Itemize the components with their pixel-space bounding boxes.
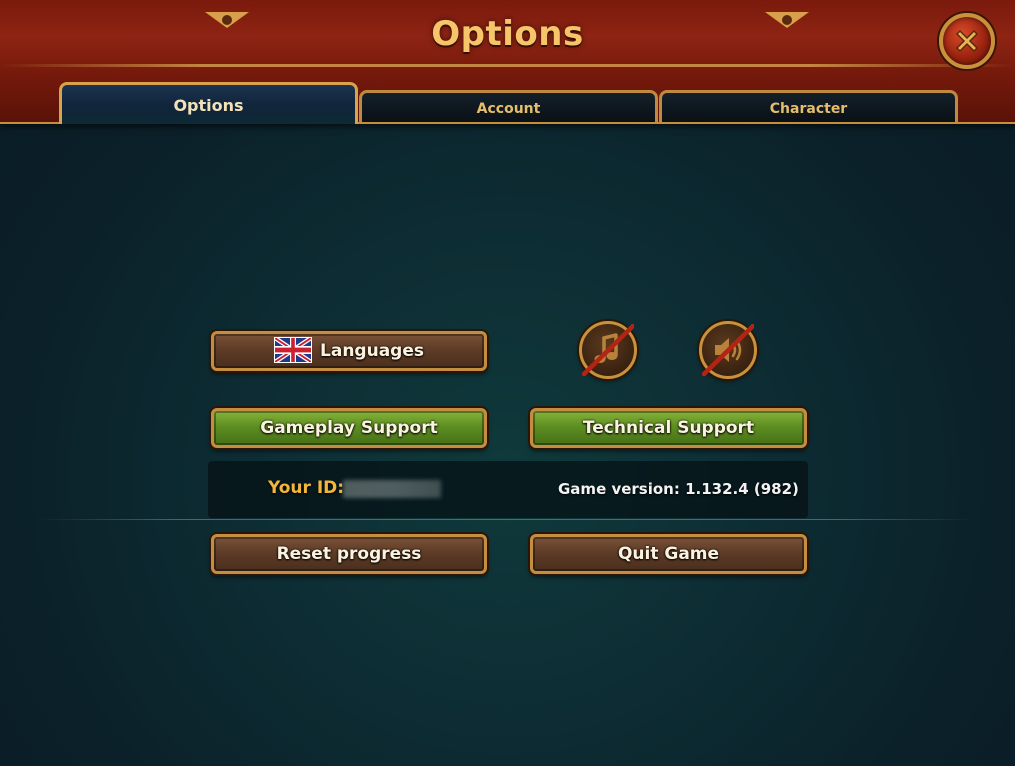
- header-bar: Options Options Account Character: [0, 0, 1015, 124]
- music-toggle[interactable]: [579, 321, 637, 379]
- gameplay-support-button[interactable]: Gameplay Support: [211, 408, 487, 448]
- tab-options[interactable]: Options: [59, 82, 358, 124]
- reset-progress-button[interactable]: Reset progress: [211, 534, 487, 574]
- divider: [40, 519, 975, 520]
- languages-label: Languages: [320, 341, 424, 361]
- your-id-label: Your ID:: [268, 478, 345, 498]
- tab-account[interactable]: Account: [359, 90, 658, 122]
- muted-slash-icon: [582, 324, 634, 376]
- languages-button[interactable]: Languages: [211, 331, 487, 371]
- music-note-icon: [582, 324, 634, 376]
- header-trim: [0, 64, 1015, 67]
- technical-support-button[interactable]: Technical Support: [530, 408, 807, 448]
- close-button[interactable]: [939, 13, 995, 69]
- uk-flag-icon: [274, 336, 313, 363]
- redacted-id-value: [343, 480, 441, 498]
- info-panel: Your ID: Game version: 1.132.4 (982): [208, 461, 808, 518]
- muted-slash-icon: [702, 324, 754, 376]
- page-title: Options: [431, 14, 584, 54]
- close-icon: [955, 29, 979, 53]
- speaker-icon: [702, 324, 754, 376]
- quit-game-button[interactable]: Quit Game: [530, 534, 807, 574]
- options-screen: Options Options Account Character Langua…: [0, 0, 1015, 766]
- tab-character[interactable]: Character: [659, 90, 958, 122]
- sound-toggle[interactable]: [699, 321, 757, 379]
- game-version-text: Game version: 1.132.4 (982): [558, 480, 799, 498]
